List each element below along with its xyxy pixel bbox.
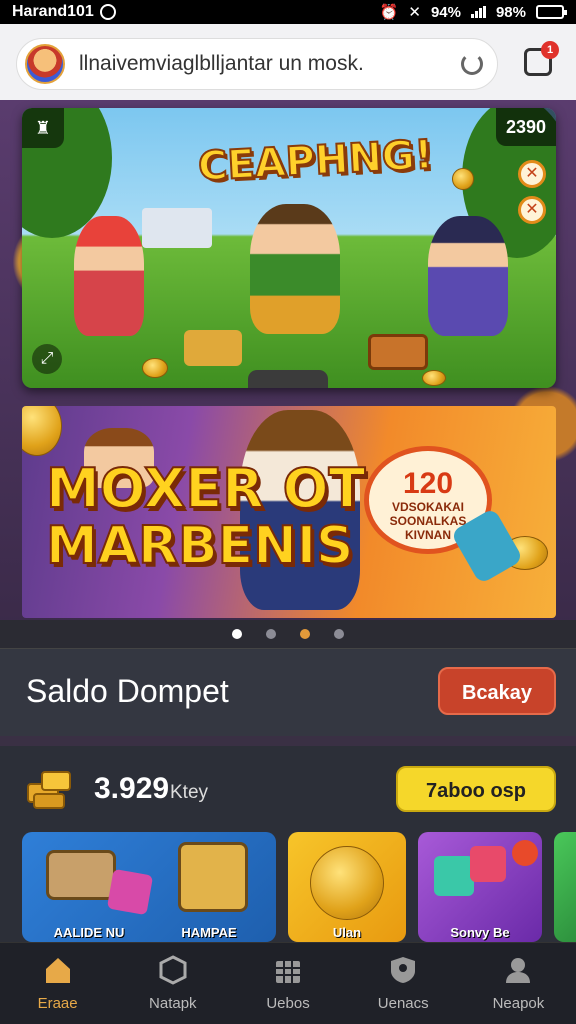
promo-number: 120 [402,467,454,500]
nav-label: Uebos [266,995,310,1012]
promo-banner[interactable]: MOXER OT MARBENIS 120 VDSOKAKAI SOONALKA… [22,406,556,618]
site-avatar-icon [25,44,65,84]
close-icon[interactable]: ✕ [518,160,546,188]
dice-icon [106,868,154,916]
mute-icon: ✕ [408,4,421,21]
card-label: AALIDE NU [53,925,125,940]
hero-banner[interactable]: CEAPHNG! ♜ 2390 ✕ ✕ ⤢ [22,108,556,388]
nav-item-home[interactable]: Eraae [0,943,115,1024]
home-icon [45,958,70,983]
browser-toolbar: llnaivemviaglblljantar un mosk. 1 [0,24,576,100]
grid-icon [276,961,300,983]
category-cards: AALIDE NU HAMPAE Ulan Sonvy Be [22,832,576,942]
coin-decoration [22,406,62,456]
nav-item-games[interactable]: Natapk [115,943,230,1024]
game-logo-icon[interactable]: ♜ [22,108,64,148]
topup-button[interactable]: 7aboo osp [396,766,556,812]
card-label: Sonvy Be [450,925,510,940]
battery-percent: 98% [495,3,526,21]
balance-unit: Ktey [170,782,209,803]
coin-decoration [452,168,474,190]
url-text[interactable]: llnaivemviaglblljantar un mosk. [79,52,461,76]
banner-title: CEAPHNG! [196,131,435,191]
carousel-indicator [0,620,576,648]
nav-item-events[interactable]: Uebos [230,943,345,1024]
banner-handle[interactable] [248,370,328,388]
cube-icon [159,955,187,985]
promo-title-line2: MARBENIS [45,516,355,576]
wifi-percent: 94% [430,3,461,21]
promo-text-1: VDSOKAKAI [391,500,464,514]
score-counter: 2390 [496,108,556,146]
tools-icon[interactable]: ✕ [518,196,546,224]
character-girl [74,216,144,336]
signal-icon [470,6,486,18]
gold-bars-icon [27,771,71,809]
promo-title-line1: MOXER OT [45,457,366,520]
carousel-dot[interactable] [232,629,242,639]
house-decoration [142,208,212,248]
coin-icon [310,846,384,920]
nav-label: Neapok [492,995,545,1012]
reload-icon[interactable] [461,53,483,75]
carousel-dot[interactable] [334,629,344,639]
card-label: HAMPAE [181,925,237,940]
profile-icon [506,958,531,983]
notification-icon [99,4,116,20]
gift-icon [470,846,506,882]
chest-decoration [368,334,428,370]
bottom-navigation: Eraae Natapk Uebos Uenacs Neapok [0,942,576,1024]
wallet-section: Saldo Dompet Bcakay [0,648,576,736]
tabs-button[interactable]: 1 [524,41,559,76]
nav-label: Natapk [149,995,197,1012]
blocks-decoration [184,330,242,366]
battery-icon [536,5,567,19]
character-boy [428,216,508,336]
category-card-camera[interactable]: AALIDE NU HAMPAE [22,832,276,942]
carousel-dot[interactable] [300,629,310,639]
gift-icon [434,856,474,896]
carousel-dot[interactable] [266,629,276,639]
page-content: CEAPHNG! ♜ 2390 ✕ ✕ ⤢ MOXER OT MARBENIS … [0,100,576,942]
alarm-icon: ⏰ [379,4,399,21]
camera-icon [46,850,116,900]
nav-item-community[interactable]: Uenacs [346,943,461,1024]
card-label: Ulan [332,925,362,940]
wallet-button[interactable]: Bcakay [438,667,556,715]
category-card-more[interactable] [554,832,576,942]
nav-item-profile[interactable]: Neapok [461,943,576,1024]
address-bar[interactable]: llnaivemviaglblljantar un mosk. [16,38,498,90]
coin-decoration [142,358,168,378]
nav-label: Eraae [37,995,78,1012]
balance-section: 3.929 Ktey 7aboo osp AALIDE NU HAMPAE Ul… [0,746,576,942]
tabs-count-badge: 1 [541,41,559,59]
status-time: Harand101 [12,3,94,20]
coin-decoration [422,370,446,386]
balance-amount: 3.929 [94,772,170,805]
expand-icon[interactable]: ⤢ [32,344,62,374]
cashbox-icon [178,842,248,912]
status-bar: Harand101 ⏰ ✕ 94% 98% [0,0,576,24]
category-card-gifts[interactable]: Sonvy Be [418,832,542,942]
character-hero [250,204,340,334]
promo-title: MOXER OT MARBENIS [45,457,366,576]
badge-icon [512,840,538,866]
nav-label: Uenacs [377,995,429,1012]
wallet-title: Saldo Dompet [26,673,229,709]
shield-user-icon [391,957,416,983]
category-card-coin[interactable]: Ulan [288,832,406,942]
